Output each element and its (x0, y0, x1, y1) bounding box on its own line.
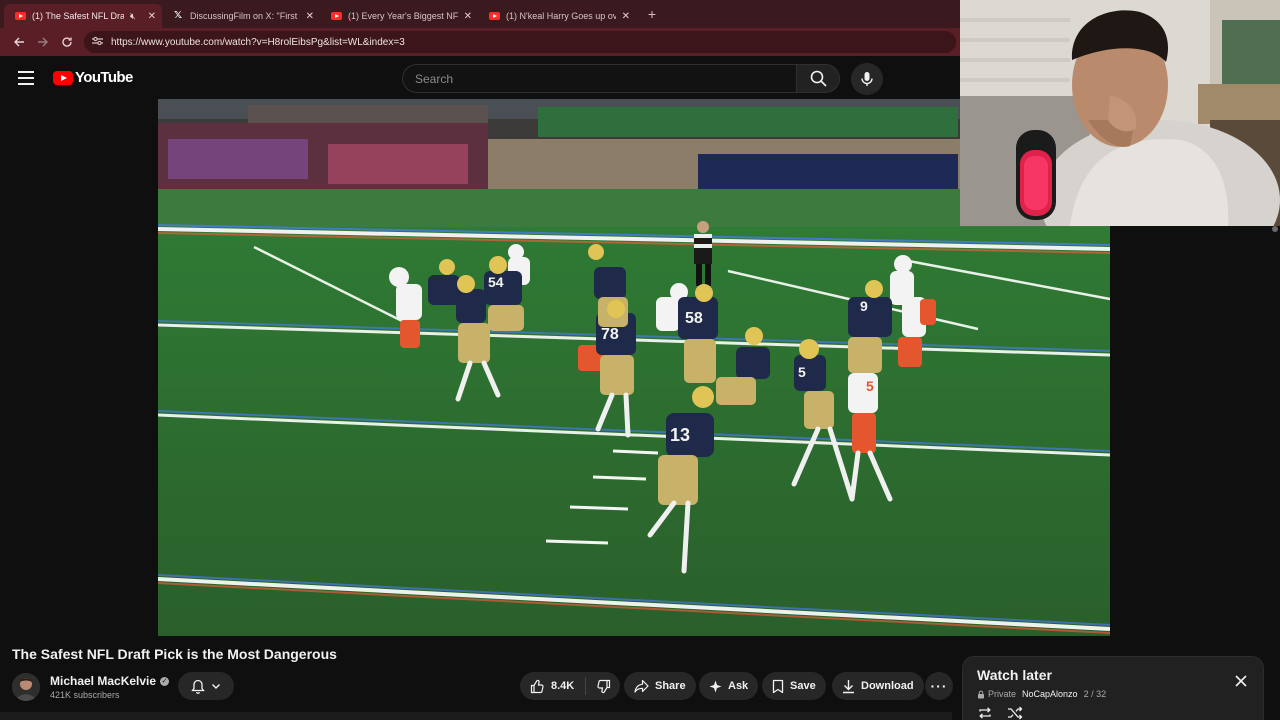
shuffle-playlist-button[interactable] (1007, 706, 1023, 720)
playlist-meta: Private NoCapAlonzo 2 / 32 (977, 689, 1106, 699)
youtube-logo[interactable]: YouTube (53, 69, 133, 86)
dislike-button[interactable] (586, 679, 620, 694)
playlist-panel-watch-later: Watch later Private NoCapAlonzo 2 / 32 (962, 656, 1264, 720)
jersey-number: 58 (685, 310, 703, 327)
channel-name: Michael MacKelvie (50, 674, 157, 688)
jersey-number: 5 (866, 378, 874, 394)
logo-text: YouTube (75, 69, 133, 86)
share-icon (634, 679, 649, 693)
notification-settings-button[interactable] (178, 672, 234, 700)
description-box-edge (0, 712, 952, 720)
url-text: https://www.youtube.com/watch?v=H8rolEib… (111, 36, 405, 48)
chevron-down-icon (212, 684, 220, 689)
tab-close-icon[interactable]: ✕ (306, 11, 314, 22)
playlist-owner[interactable]: NoCapAlonzo (1022, 689, 1078, 699)
subscriber-count: 421K subscribers (50, 690, 120, 700)
thumbs-down-icon (596, 679, 610, 693)
tab-close-icon[interactable]: ✕ (148, 11, 156, 22)
more-actions-button[interactable]: ··· (925, 672, 953, 700)
new-tab-button[interactable]: + (642, 6, 662, 22)
share-label: Share (655, 680, 686, 692)
tab-title: (1) N'keal Harry Goes up over (506, 11, 616, 21)
tab-close-icon[interactable]: ✕ (464, 11, 472, 22)
video-title: The Safest NFL Draft Pick is the Most Da… (12, 646, 337, 662)
search-icon (810, 70, 827, 87)
search-input[interactable]: Search (402, 64, 796, 93)
reload-icon[interactable] (56, 31, 78, 53)
save-action: Save (762, 672, 826, 700)
playlist-controls (977, 706, 1023, 720)
bell-icon (191, 679, 205, 694)
speaker-muted-icon[interactable]: 🔇︎ (130, 11, 136, 22)
ask-action: Ask (699, 672, 759, 700)
search-placeholder: Search (415, 71, 454, 86)
tab-safest-nfl-draft-pick[interactable]: (1) The Safest NFL Draft Pic 🔇︎ ✕ (4, 4, 162, 28)
search-button[interactable] (796, 64, 840, 93)
webcam-overlay (960, 0, 1280, 226)
like-dislike-group: 8.4K (520, 672, 620, 700)
jersey-number: 54 (488, 274, 504, 290)
download-label: Download (861, 680, 914, 692)
tab-close-icon[interactable]: ✕ (622, 11, 630, 22)
jersey-number: 5 (798, 364, 806, 380)
menu-icon[interactable] (18, 71, 34, 85)
tab-title: (1) The Safest NFL Draft Pic (32, 11, 124, 21)
verified-badge-icon: ✓ (160, 676, 170, 686)
youtube-favicon-icon (330, 11, 342, 21)
jersey-number: 13 (670, 425, 690, 445)
streamer-webcam (960, 0, 1280, 226)
save-label: Save (790, 680, 816, 692)
thumbs-up-icon (530, 679, 544, 693)
loop-playlist-button[interactable] (977, 706, 993, 720)
share-action: Share (624, 672, 696, 700)
ask-button[interactable]: Ask (699, 672, 759, 700)
like-count: 8.4K (551, 680, 575, 692)
share-button[interactable]: Share (624, 672, 696, 700)
site-settings-icon[interactable] (92, 36, 103, 49)
like-button[interactable]: 8.4K (520, 677, 586, 695)
voice-search-button[interactable] (851, 63, 883, 95)
close-playlist-button[interactable] (1233, 673, 1249, 689)
channel-owner: Michael MacKelvie ✓ 421K subscribers (12, 672, 170, 702)
scrollbar-thumb[interactable] (1272, 226, 1278, 232)
back-arrow-icon[interactable] (8, 31, 30, 53)
sparkle-icon (709, 680, 722, 692)
youtube-play-logo-icon (53, 70, 73, 85)
privacy-status: Private (977, 689, 1016, 699)
url-bar[interactable]: https://www.youtube.com/watch?v=H8rolEib… (84, 31, 956, 53)
download-button[interactable]: Download (832, 672, 924, 700)
browser-toolbar: https://www.youtube.com/watch?v=H8rolEib… (0, 28, 960, 56)
jersey-number: 9 (860, 298, 868, 314)
tab-title: DiscussingFilm on X: "First trail (190, 11, 300, 21)
youtube-favicon-icon (14, 11, 26, 21)
download-action: Download (832, 672, 924, 700)
bookmark-icon (772, 679, 784, 693)
playlist-position: 2 / 32 (1083, 689, 1107, 699)
save-button[interactable]: Save (762, 672, 826, 700)
tab-nkeal-harry[interactable]: (1) N'keal Harry Goes up over ✕ (478, 4, 636, 28)
repeat-icon (979, 707, 991, 719)
tab-title: (1) Every Year's Biggest NFL Dr (348, 11, 458, 21)
lock-icon (978, 690, 984, 698)
close-icon (1235, 675, 1247, 687)
youtube-masthead: YouTube Search (0, 56, 960, 100)
playlist-title[interactable]: Watch later (977, 667, 1052, 683)
ask-label: Ask (728, 680, 749, 692)
browser-tab-strip: (1) The Safest NFL Draft Pic 🔇︎ ✕ 𝕏 Disc… (0, 0, 960, 28)
youtube-favicon-icon (488, 11, 500, 21)
tab-biggest-nfl-draft[interactable]: (1) Every Year's Biggest NFL Dr ✕ (320, 4, 478, 28)
download-icon (843, 679, 854, 693)
microphone-icon (861, 72, 873, 86)
channel-name-link[interactable]: Michael MacKelvie ✓ (50, 674, 170, 688)
x-favicon-icon: 𝕏 (173, 10, 183, 21)
shuffle-icon (1008, 706, 1023, 720)
privacy-label: Private (988, 689, 1017, 699)
tab-discussingfilm[interactable]: 𝕏 DiscussingFilm on X: "First trail ✕ (162, 4, 320, 28)
screen: (1) The Safest NFL Draft Pic 🔇︎ ✕ 𝕏 Disc… (0, 0, 1280, 720)
more-dots-icon: ··· (930, 678, 948, 694)
avatar[interactable] (12, 673, 40, 701)
forward-arrow-icon[interactable] (32, 31, 54, 53)
jersey-number: 78 (601, 326, 619, 343)
